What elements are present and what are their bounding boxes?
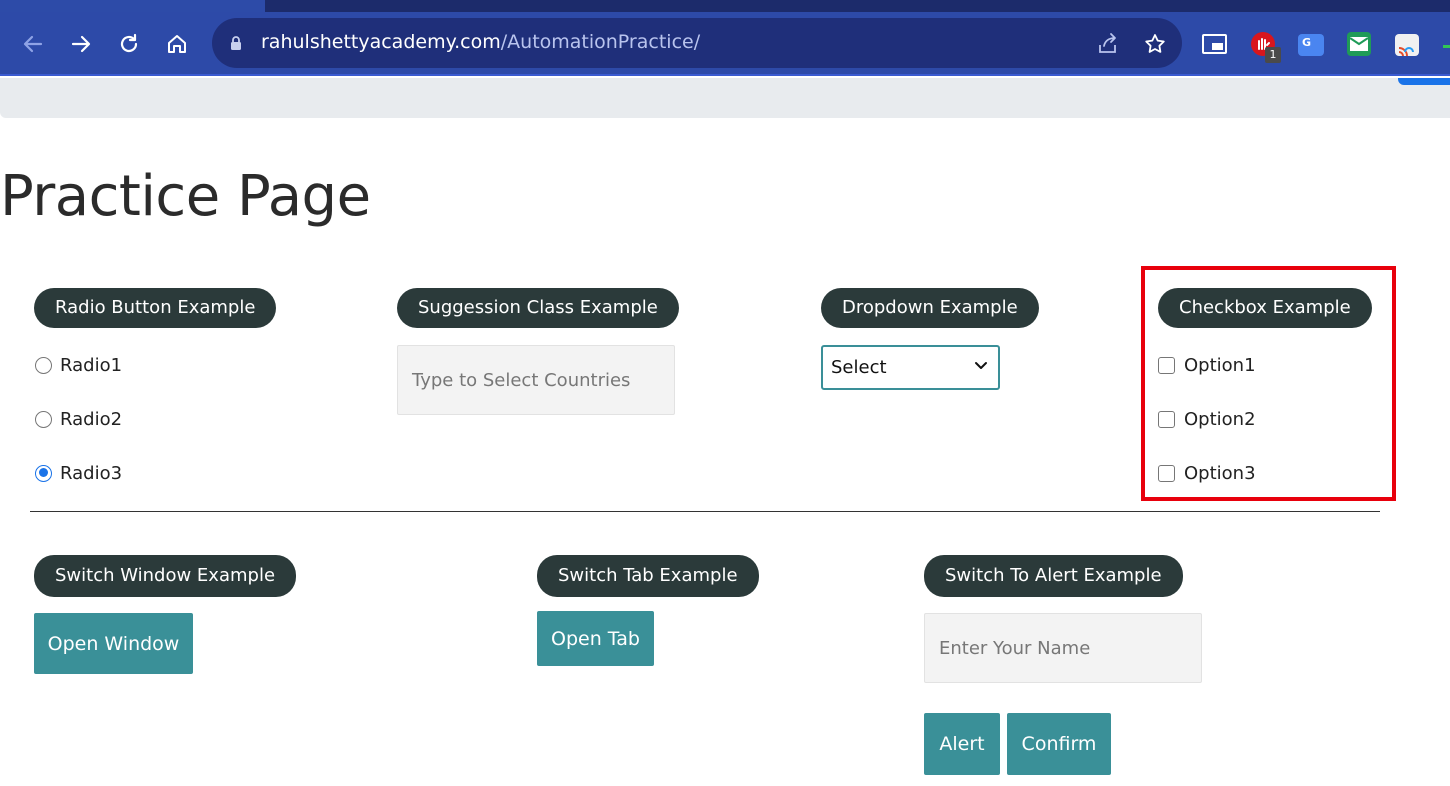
- name-input[interactable]: Enter Your Name: [924, 613, 1202, 683]
- radio-option-3[interactable]: Radio3: [35, 461, 122, 485]
- checkbox-label: Option1: [1184, 354, 1256, 376]
- url-text[interactable]: rahulshettyacademy.com/AutomationPractic…: [261, 31, 700, 53]
- reload-icon[interactable]: [113, 28, 145, 60]
- checkbox-label: Option2: [1184, 408, 1256, 430]
- section-divider: [30, 511, 1380, 512]
- url-host: rahulshettyacademy.com: [261, 31, 501, 53]
- checkbox-option-1[interactable]: Option1: [1158, 353, 1256, 377]
- extension-overflow-icon[interactable]: [1443, 45, 1450, 48]
- address-bar[interactable]: rahulshettyacademy.com/AutomationPractic…: [212, 18, 1182, 68]
- back-icon[interactable]: [17, 28, 49, 60]
- checkbox-label: Option3: [1184, 462, 1256, 484]
- dropdown-select[interactable]: Select: [821, 345, 1000, 390]
- radio-option-1[interactable]: Radio1: [35, 353, 122, 377]
- url-path: /AutomationPractice/: [500, 31, 701, 53]
- dropdown-section-legend: Dropdown Example: [821, 288, 1039, 328]
- suggestion-section-legend: Suggession Class Example: [397, 288, 679, 328]
- open-tab-button[interactable]: Open Tab: [537, 611, 654, 666]
- radio-label: Radio2: [60, 408, 123, 430]
- radio-label: Radio3: [60, 462, 123, 484]
- radio-section-legend: Radio Button Example: [34, 288, 277, 328]
- browser-toolbar: rahulshettyacademy.com/AutomationPractic…: [0, 12, 1450, 76]
- radio-label: Radio1: [60, 354, 123, 376]
- country-autocomplete-input[interactable]: Type to Select Countries: [397, 345, 675, 415]
- checkbox[interactable]: [1158, 464, 1175, 482]
- active-tab-edge[interactable]: [0, 0, 265, 12]
- radio-button[interactable]: [35, 410, 52, 428]
- checkbox-section-legend: Checkbox Example: [1158, 288, 1372, 328]
- lock-icon[interactable]: [230, 35, 242, 51]
- adblock-extension-icon[interactable]: 1: [1251, 32, 1281, 63]
- bookmark-star-icon[interactable]: [1143, 32, 1167, 56]
- share-icon[interactable]: [1096, 32, 1120, 56]
- home-icon[interactable]: [161, 28, 193, 60]
- extension-badge: 1: [1265, 47, 1281, 63]
- cast-extension-icon[interactable]: [1395, 34, 1419, 57]
- checkbox[interactable]: [1158, 356, 1175, 374]
- radio-option-2[interactable]: Radio2: [35, 407, 122, 431]
- picture-in-picture-icon[interactable]: [1202, 34, 1227, 54]
- confirm-button[interactable]: Confirm: [1007, 713, 1111, 775]
- open-window-button[interactable]: Open Window: [34, 613, 193, 674]
- switch-window-legend: Switch Window Example: [34, 555, 297, 597]
- tab-strip: [0, 0, 1450, 12]
- switch-tab-legend: Switch Tab Example: [537, 555, 759, 597]
- dropdown-selected-value: Select: [831, 357, 887, 378]
- page-title: Practice Page: [0, 164, 371, 229]
- alert-button[interactable]: Alert: [924, 713, 1000, 775]
- radio-button-checked[interactable]: [35, 464, 52, 482]
- radio-button[interactable]: [35, 356, 52, 374]
- checkbox[interactable]: [1158, 410, 1175, 428]
- chevron-down-icon: [975, 362, 987, 369]
- checkbox-option-2[interactable]: Option2: [1158, 407, 1256, 431]
- mail-extension-icon[interactable]: [1347, 32, 1371, 56]
- translate-extension-icon[interactable]: G: [1298, 34, 1324, 56]
- checkbox-option-3[interactable]: Option3: [1158, 461, 1256, 485]
- bookmark-bar: [0, 78, 1450, 118]
- bookmark-bar-accent: [1398, 78, 1450, 85]
- switch-alert-legend: Switch To Alert Example: [924, 555, 1183, 597]
- forward-icon[interactable]: [65, 28, 97, 60]
